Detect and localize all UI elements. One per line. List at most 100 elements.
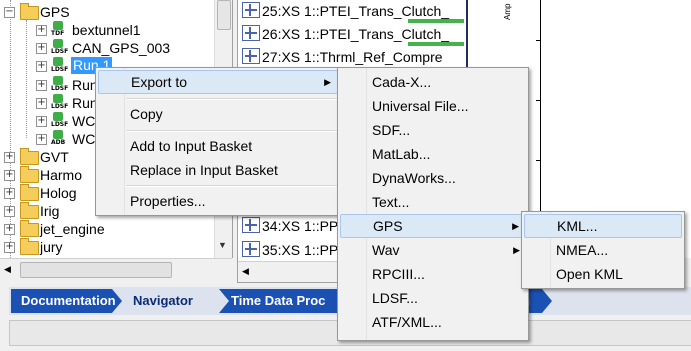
tree-item-label: Run bbox=[72, 95, 98, 111]
ldsf-file-icon: LDSF bbox=[51, 112, 68, 129]
submenu-arrow-icon: ▶ bbox=[512, 221, 519, 231]
gps-submenu: KML... NMEA... Open KML bbox=[521, 211, 685, 289]
menu-item-matlab[interactable]: MatLab... bbox=[340, 142, 526, 166]
menu-item-atf-xml[interactable]: ATF/XML... bbox=[340, 310, 526, 334]
tree-item-label: Irig bbox=[40, 203, 60, 219]
expand-icon[interactable]: + bbox=[36, 116, 47, 127]
menu-item-label: Wav bbox=[372, 242, 400, 258]
expand-icon[interactable]: + bbox=[36, 134, 47, 145]
expand-icon[interactable]: + bbox=[4, 170, 15, 181]
menu-item-ldsf[interactable]: LDSF... bbox=[340, 286, 526, 310]
menu-item-label: Properties... bbox=[130, 193, 206, 209]
menu-item-label: LDSF... bbox=[372, 290, 418, 306]
tree-item-label: bextunnel1 bbox=[72, 22, 141, 38]
y-axis-label: Amp bbox=[503, 3, 512, 20]
folder-icon bbox=[20, 148, 39, 165]
menu-item-dynaworks[interactable]: DynaWorks... bbox=[340, 166, 526, 190]
menu-item-label: RPCIII... bbox=[372, 266, 425, 282]
channel-icon bbox=[242, 25, 260, 41]
menu-item-export-to[interactable]: Export to ▶ bbox=[98, 70, 338, 94]
tab-time-data-processing[interactable]: Time Data Proc bbox=[219, 289, 350, 313]
scrollbar-thumb[interactable] bbox=[217, 0, 231, 30]
expand-icon[interactable]: + bbox=[4, 206, 15, 217]
menu-item-label: Replace in Input Basket bbox=[130, 162, 278, 178]
tree-item-can-gps-003[interactable]: + LDSF CAN_GPS_003 bbox=[0, 38, 212, 58]
expand-icon[interactable]: + bbox=[36, 98, 47, 109]
menu-item-text[interactable]: Text... bbox=[340, 190, 526, 214]
y-axis-tick bbox=[536, 100, 541, 101]
menu-item-add-to-input-basket[interactable]: Add to Input Basket bbox=[98, 134, 338, 158]
menu-item-copy[interactable]: Copy bbox=[98, 102, 338, 126]
menu-item-label: Cada-X... bbox=[372, 74, 432, 90]
folder-icon bbox=[20, 3, 39, 20]
menu-separator bbox=[126, 130, 338, 132]
channel-row[interactable]: 35:XS 1::PPE bbox=[242, 240, 348, 260]
collapse-icon[interactable]: − bbox=[4, 7, 15, 18]
menu-item-label: Universal File... bbox=[372, 98, 469, 114]
tree-item-jet-engine[interactable]: + jet_engine bbox=[0, 219, 212, 239]
menu-item-cada-x[interactable]: Cada-X... bbox=[340, 70, 526, 94]
expand-icon[interactable]: + bbox=[36, 25, 47, 36]
menu-item-label: GPS bbox=[373, 218, 403, 234]
tree-item-label: WC bbox=[72, 131, 96, 147]
context-menu: Export to ▶ Copy Add to Input Basket Rep… bbox=[95, 67, 341, 216]
menu-item-replace-in-input-basket[interactable]: Replace in Input Basket bbox=[98, 158, 338, 182]
expand-icon[interactable]: + bbox=[36, 43, 47, 54]
expand-icon[interactable]: + bbox=[4, 152, 15, 163]
menu-item-rpciii[interactable]: RPCIII... bbox=[340, 262, 526, 286]
expand-icon[interactable]: + bbox=[4, 188, 15, 199]
y-axis-tick bbox=[536, 160, 541, 161]
folder-icon bbox=[20, 202, 39, 219]
folder-icon bbox=[20, 220, 39, 237]
channel-icon bbox=[242, 48, 260, 64]
channel-label: 26:XS 1::PTEI_Trans_Clutch_ bbox=[262, 26, 450, 42]
submenu-arrow-icon: ▶ bbox=[513, 245, 520, 255]
channel-indicator bbox=[408, 42, 464, 46]
channel-icon bbox=[242, 217, 260, 233]
tree-item-label: Harmo bbox=[40, 167, 83, 183]
folder-icon bbox=[20, 238, 39, 255]
tree-item-label: jury bbox=[40, 239, 63, 255]
ldsf-file-icon: LDSF bbox=[51, 57, 68, 74]
channel-label: 34:XS 1::PPE bbox=[262, 218, 348, 234]
menu-item-sdf[interactable]: SDF... bbox=[340, 118, 526, 142]
expand-icon[interactable]: + bbox=[36, 80, 47, 91]
menu-item-wav[interactable]: Wav ▶ bbox=[340, 238, 526, 262]
channel-row[interactable]: 27:XS 1::Thrml_Ref_Compre bbox=[242, 47, 443, 67]
menu-item-open-kml[interactable]: Open KML bbox=[524, 262, 682, 286]
scroll-down-icon[interactable]: ▼ bbox=[218, 240, 227, 250]
channel-row[interactable]: 34:XS 1::PPE bbox=[242, 216, 348, 236]
menu-item-label: Copy bbox=[130, 106, 163, 122]
menu-item-universal-file[interactable]: Universal File... bbox=[340, 94, 526, 118]
tree-item-bextunnel1[interactable]: + TDF bextunnel1 bbox=[0, 20, 212, 40]
menu-separator bbox=[126, 98, 338, 100]
scroll-left-icon[interactable]: ◀ bbox=[242, 266, 249, 277]
tree-horizontal-scrollbar[interactable]: ◀ bbox=[0, 258, 232, 281]
menu-separator bbox=[126, 185, 338, 187]
menu-item-label: Text... bbox=[372, 194, 410, 210]
tab-documentation[interactable]: Documentation bbox=[11, 289, 122, 313]
menu-item-properties[interactable]: Properties... bbox=[98, 189, 338, 213]
menu-item-label: SDF... bbox=[372, 122, 411, 138]
menu-item-gps[interactable]: GPS ▶ bbox=[340, 214, 526, 238]
expand-icon[interactable]: + bbox=[4, 224, 15, 235]
tree-item-gps[interactable]: − GPS bbox=[0, 2, 212, 22]
channel-row[interactable]: 25:XS 1::PTEI_Trans_Clutch_ bbox=[242, 1, 449, 21]
menu-item-label: DynaWorks... bbox=[372, 170, 456, 186]
expand-icon[interactable]: + bbox=[4, 242, 15, 253]
menu-item-kml[interactable]: KML... bbox=[524, 214, 682, 238]
menu-item-label: Export to bbox=[131, 74, 188, 90]
channel-row[interactable]: 26:XS 1::PTEI_Trans_Clutch_ bbox=[242, 24, 449, 44]
tree-item-label: WC bbox=[72, 113, 96, 129]
expand-icon[interactable]: + bbox=[36, 61, 47, 72]
menu-item-label: Add to Input Basket bbox=[130, 138, 253, 154]
tree-item-jury[interactable]: + jury bbox=[0, 237, 212, 257]
tab-navigator[interactable]: Navigator bbox=[121, 289, 228, 313]
tree-item-label: jet_engine bbox=[40, 221, 105, 237]
menu-item-nmea[interactable]: NMEA... bbox=[524, 238, 682, 262]
tdf-file-icon: TDF bbox=[51, 21, 65, 38]
menu-item-label: MatLab... bbox=[372, 146, 431, 162]
scroll-left-icon[interactable]: ◀ bbox=[4, 264, 11, 275]
channel-label: 25:XS 1::PTEI_Trans_Clutch_ bbox=[262, 3, 450, 19]
scrollbar-thumb[interactable] bbox=[20, 262, 172, 278]
